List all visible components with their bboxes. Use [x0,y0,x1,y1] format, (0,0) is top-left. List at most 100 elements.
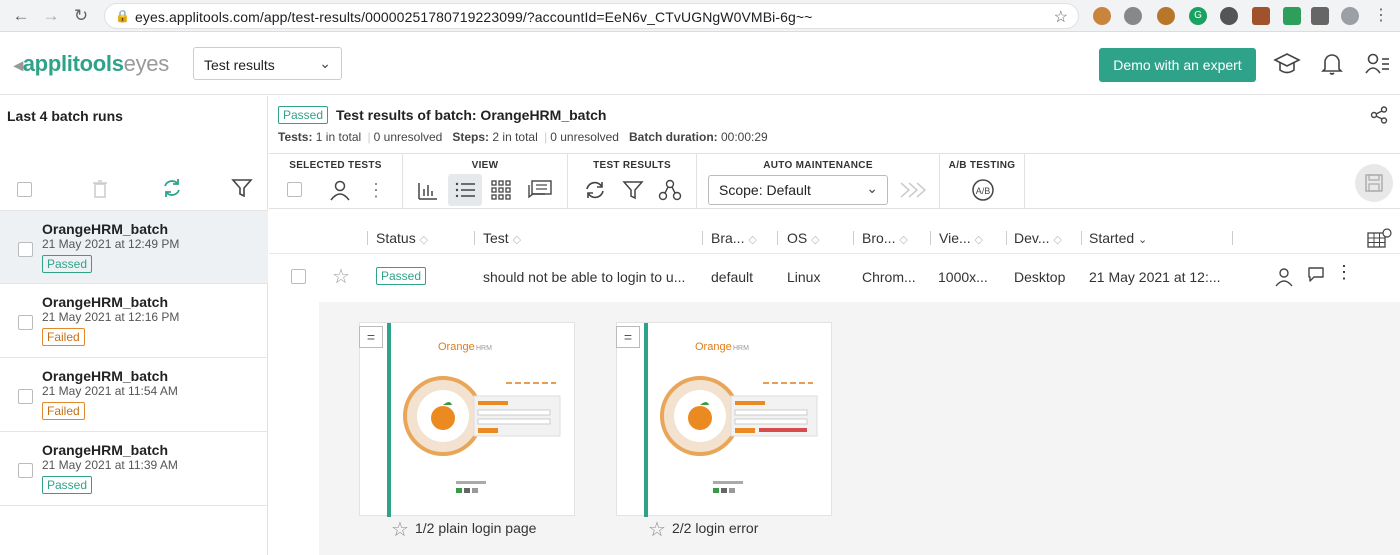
star-icon[interactable]: ☆ [1054,7,1068,27]
hierarchy-icon[interactable] [658,178,682,202]
extension-icon[interactable] [1220,7,1238,25]
batch-checkbox[interactable] [18,389,33,404]
sort-icon: ◇ [974,234,984,246]
save-button[interactable] [1355,164,1393,202]
batch-checkbox[interactable] [18,242,33,257]
sort-icon: ◇ [512,234,522,246]
equal-icon: = [616,326,640,348]
browser-chrome: ← → ↻ 🔒 eyes.applitools.com/app/test-res… [0,0,1400,32]
url-text: eyes.applitools.com/app/test-results/000… [135,9,813,25]
row-branch: default [711,269,754,285]
scope-select[interactable]: Scope: Default ⌄ [708,175,888,205]
batch-name: OrangeHRM_batch [42,442,169,458]
sort-icon: ◇ [748,234,757,246]
row-device: Desktop [1014,269,1066,285]
svg-text:HRM: HRM [733,345,749,352]
applitools-logo[interactable]: ◂applitoolseyes [14,51,169,77]
maintenance-arrows-icon[interactable] [899,181,927,199]
more-options-icon[interactable]: ⋮ [364,178,388,202]
row-test-name[interactable]: should not be able to login to u... [483,269,685,285]
graduation-cap-icon[interactable] [1273,51,1301,77]
select-all-checkbox[interactable] [17,182,32,197]
batch-item[interactable]: OrangeHRM_batch 21 May 2021 at 11:54 AM … [0,358,268,432]
step-caption: 1/2 plain login page [415,520,537,536]
svg-text:Orange: Orange [695,341,732,353]
column-settings-icon[interactable] [1367,227,1393,249]
column-branch[interactable]: Bra... ◇ [711,230,757,246]
status-badge: Passed [42,255,93,273]
row-menu-icon[interactable]: ⋮ [1335,262,1353,283]
step-star-icon[interactable]: ☆ [391,517,409,542]
comment-icon[interactable] [1306,264,1326,284]
lock-icon: 🔒 [115,9,130,23]
reload-icon[interactable]: ↻ [70,5,92,27]
svg-text:A/B: A/B [976,186,991,196]
step-star-icon[interactable]: ☆ [648,517,666,542]
extension-icon[interactable] [1252,7,1270,25]
batch-item[interactable]: OrangeHRM_batch 21 May 2021 at 11:39 AM … [0,432,268,506]
filter-icon[interactable] [231,178,253,198]
sort-icon: ◇ [899,234,908,246]
address-bar[interactable]: 🔒 eyes.applitools.com/app/test-results/0… [104,3,1079,29]
test-results-group: TEST RESULTS [568,154,697,209]
assign-user-icon[interactable] [1274,267,1294,287]
batch-item[interactable]: OrangeHRM_batch 21 May 2021 at 12:49 PM … [0,210,268,284]
batch-checkbox[interactable] [18,315,33,330]
column-browser[interactable]: Bro... ◇ [862,230,908,246]
list-view-button[interactable] [448,174,482,206]
column-os[interactable]: OS ◇ [787,230,820,246]
batch-checkbox[interactable] [18,463,33,478]
grid-view-icon[interactable] [491,180,511,200]
grammarly-icon[interactable]: G [1189,7,1207,25]
user-menu-icon[interactable] [1364,51,1390,77]
ab-testing-icon[interactable]: A/B [971,178,995,202]
step-thumbnail[interactable]: = Orange HRM [616,322,832,517]
step-thumbnail[interactable]: = Orange HRM [359,322,575,517]
forward-icon[interactable]: → [40,5,62,27]
view-select[interactable]: Test results ⌄ [193,47,342,80]
camera-icon[interactable] [1124,7,1142,25]
extension-icon[interactable] [1283,7,1301,25]
main-panel: Passed Test results of batch: OrangeHRM_… [269,96,1400,555]
row-browser: Chrom... [862,269,916,285]
column-status[interactable]: Status ◇ [376,230,428,246]
back-icon[interactable]: ← [10,5,32,27]
puzzle-icon[interactable] [1311,7,1329,25]
auto-maintenance-group: AUTO MAINTENANCE Scope: Default ⌄ [697,154,940,209]
star-icon[interactable]: ☆ [332,264,350,289]
table-row[interactable]: ☆ Passed should not be able to login to … [269,254,1400,302]
filter-results-icon[interactable] [622,179,644,201]
extension-icon[interactable] [1093,7,1111,25]
pass-indicator [387,323,391,517]
user-icon[interactable] [329,179,351,201]
comments-view-icon[interactable] [527,179,553,201]
column-test[interactable]: Test ◇ [483,230,521,246]
batch-date: 21 May 2021 at 12:16 PM [42,310,180,324]
menu-dots-icon[interactable]: ⋮ [1370,5,1392,27]
refresh-results-icon[interactable] [584,179,606,201]
trash-icon[interactable] [91,179,109,199]
column-started[interactable]: Started ⌄ [1089,230,1147,246]
sidebar-title: Last 4 batch runs [7,108,123,124]
row-os: Linux [787,269,821,285]
demo-button[interactable]: Demo with an expert [1099,48,1256,82]
row-status-badge: Passed [376,267,427,285]
batch-name: OrangeHRM_batch [42,221,169,237]
batch-status-badge: Passed [278,106,329,124]
row-checkbox[interactable] [291,269,306,284]
refresh-icon[interactable] [161,177,183,199]
profile-icon[interactable] [1341,7,1359,25]
batch-name: OrangeHRM_batch [42,294,169,310]
batch-summary: Tests: 1 in total | 0 unresolved Steps: 2… [278,130,768,144]
app-header: ◂applitoolseyes Test results ⌄ Demo with… [0,33,1400,95]
extension-icon[interactable] [1157,7,1175,25]
chart-view-icon[interactable] [417,179,439,201]
batch-item[interactable]: OrangeHRM_batch 21 May 2021 at 12:16 PM … [0,284,268,358]
column-viewport[interactable]: Vie... ◇ [939,230,983,246]
share-icon[interactable] [1370,106,1388,124]
select-tests-checkbox[interactable] [287,182,302,197]
bell-icon[interactable] [1320,51,1344,77]
page-title: Test results of batch: OrangeHRM_batch [336,107,607,123]
batch-date: 21 May 2021 at 11:39 AM [42,458,178,472]
column-device[interactable]: Dev... ◇ [1014,230,1062,246]
